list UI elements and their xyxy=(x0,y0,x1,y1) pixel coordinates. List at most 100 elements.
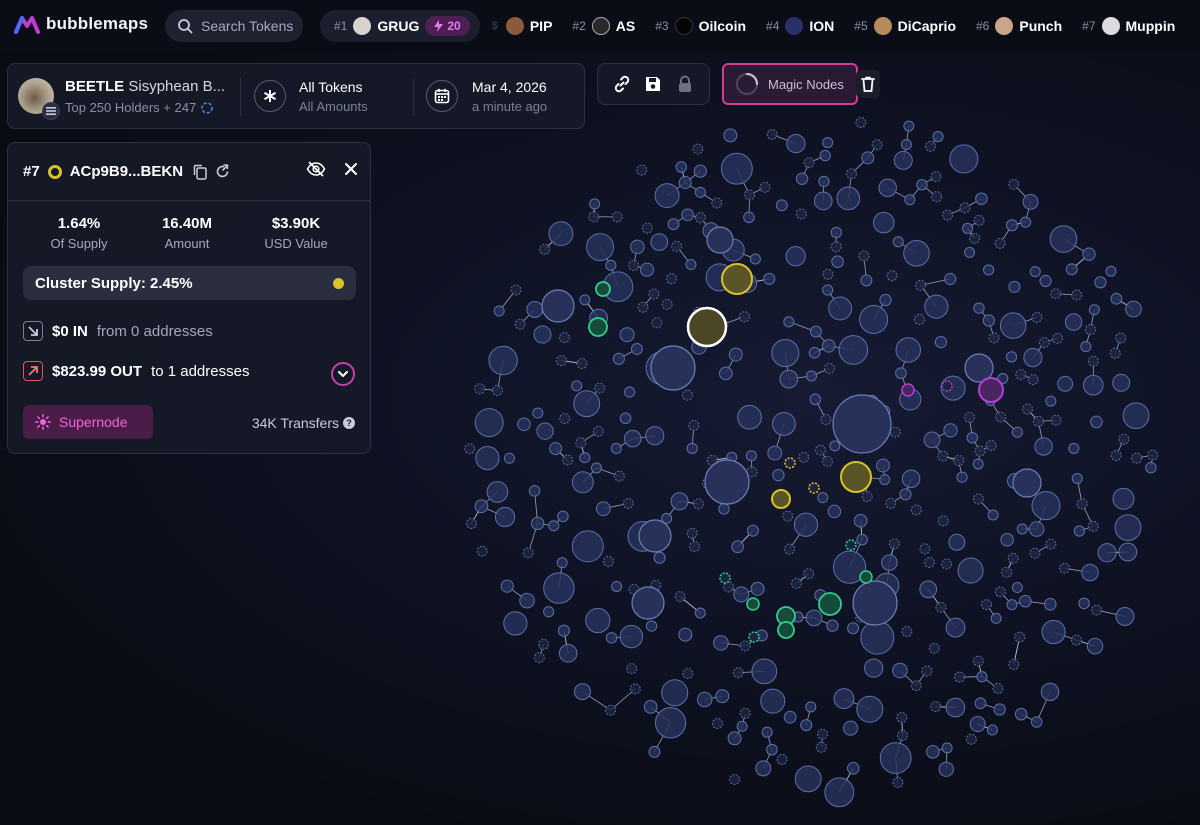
outflow-row[interactable]: $823.99 OUT to 1 addresses xyxy=(23,361,249,381)
token-name[interactable]: BEETLE Sisyphean B... xyxy=(65,78,235,95)
holder-bubble[interactable] xyxy=(795,172,809,185)
holder-bubble[interactable] xyxy=(853,513,868,528)
holder-bubble[interactable] xyxy=(1057,375,1074,392)
holder-bubble[interactable] xyxy=(645,426,665,446)
holder-bubble[interactable] xyxy=(885,497,897,509)
holder-bubble[interactable] xyxy=(630,239,645,255)
holder-bubble[interactable] xyxy=(1011,582,1023,594)
holder-bubble[interactable] xyxy=(886,270,898,282)
holder-bubble[interactable] xyxy=(1112,487,1135,510)
holder-bubble[interactable] xyxy=(995,411,1007,423)
holder-bubble[interactable] xyxy=(1030,716,1043,728)
holder-bubble[interactable] xyxy=(630,343,643,355)
holder-bubble[interactable] xyxy=(843,720,859,736)
holder-bubble[interactable] xyxy=(818,175,830,188)
holder-bubble[interactable] xyxy=(728,347,743,362)
holder-bubble[interactable] xyxy=(532,407,544,419)
holder-bubble[interactable] xyxy=(820,413,832,425)
holder-bubble[interactable] xyxy=(919,543,931,555)
holder-bubble[interactable] xyxy=(749,253,761,265)
holder-bubble[interactable] xyxy=(840,461,872,493)
holder-bubble[interactable] xyxy=(1084,324,1096,336)
holder-bubble[interactable] xyxy=(895,337,922,363)
holder-bubble[interactable] xyxy=(579,452,591,464)
expand-outflow-button[interactable] xyxy=(331,362,355,386)
holder-bubble[interactable] xyxy=(783,316,795,328)
holder-bubble[interactable] xyxy=(744,189,756,201)
holder-bubble[interactable] xyxy=(1006,599,1018,611)
holder-bubble[interactable] xyxy=(1041,619,1066,645)
holder-bubble[interactable] xyxy=(987,509,999,521)
holder-bubble[interactable] xyxy=(1008,280,1021,293)
holder-bubble[interactable] xyxy=(538,638,550,650)
holder-bubble[interactable] xyxy=(892,236,904,248)
holder-bubble[interactable] xyxy=(1040,682,1060,702)
holder-bubble[interactable] xyxy=(592,425,604,437)
holder-bubble[interactable] xyxy=(719,572,731,584)
holder-bubble[interactable] xyxy=(729,773,741,785)
holder-bubble[interactable] xyxy=(903,120,915,132)
holder-bubble[interactable] xyxy=(464,443,476,455)
holder-bubble[interactable] xyxy=(739,707,751,719)
holder-bubble[interactable] xyxy=(973,302,985,314)
holder-bubble[interactable] xyxy=(465,517,477,529)
holder-bubble[interactable] xyxy=(611,580,623,592)
holder-bubble[interactable] xyxy=(959,202,971,214)
holder-bubble[interactable] xyxy=(941,209,953,221)
holder-bubble[interactable] xyxy=(910,680,922,692)
holder-bubble[interactable] xyxy=(879,293,892,307)
holder-bubble[interactable] xyxy=(612,352,625,365)
holder-bubble[interactable] xyxy=(557,624,570,637)
holder-bubble[interactable] xyxy=(809,325,822,338)
holder-bubble[interactable] xyxy=(746,597,760,611)
holder-bubble[interactable] xyxy=(1131,452,1143,464)
holder-bubble[interactable] xyxy=(957,557,984,584)
holder-bubble[interactable] xyxy=(556,557,568,569)
holder-bubble[interactable] xyxy=(1021,403,1033,415)
holder-bubble[interactable] xyxy=(1012,468,1042,498)
holder-bubble[interactable] xyxy=(1014,707,1028,721)
holder-bubble[interactable] xyxy=(682,667,694,679)
holder-bubble[interactable] xyxy=(871,139,883,151)
holder-bubble[interactable] xyxy=(694,186,706,198)
holder-bubble[interactable] xyxy=(824,362,836,374)
holder-bubble[interactable] xyxy=(1122,402,1150,430)
holder-bubble[interactable] xyxy=(852,580,898,626)
token-filter-button[interactable] xyxy=(254,80,286,112)
holder-bubble[interactable] xyxy=(1118,433,1130,445)
holder-bubble[interactable] xyxy=(817,492,829,504)
holder-bubble[interactable] xyxy=(732,667,744,679)
trending-item-muppin[interactable]: #7 Muppin xyxy=(1082,17,1175,35)
holder-bubble[interactable] xyxy=(503,452,515,464)
holder-bubble[interactable] xyxy=(956,471,968,483)
holder-bubble[interactable] xyxy=(1145,461,1157,474)
holder-bubble[interactable] xyxy=(944,272,957,286)
holder-bubble[interactable] xyxy=(983,264,995,276)
holder-bubble[interactable] xyxy=(500,579,514,593)
holder-bubble[interactable] xyxy=(900,138,912,151)
holder-bubble[interactable] xyxy=(846,168,858,180)
holder-bubble[interactable] xyxy=(522,547,534,559)
holder-bubble[interactable] xyxy=(619,327,635,343)
holder-bubble[interactable] xyxy=(1110,450,1122,462)
holder-bubble[interactable] xyxy=(901,383,915,397)
holder-bubble[interactable] xyxy=(666,273,678,285)
holder-bubble[interactable] xyxy=(1071,634,1083,646)
holder-bubble[interactable] xyxy=(861,151,875,165)
holder-bubble[interactable] xyxy=(829,440,841,452)
holder-bubble[interactable] xyxy=(994,586,1006,598)
holder-bubble[interactable] xyxy=(824,777,855,808)
holder-bubble[interactable] xyxy=(1087,520,1099,532)
holder-bubble[interactable] xyxy=(573,390,601,418)
copy-icon[interactable] xyxy=(193,164,207,180)
date-picker-button[interactable] xyxy=(426,80,458,112)
holder-bubble[interactable] xyxy=(859,304,889,335)
holder-bubble[interactable] xyxy=(1022,193,1039,210)
holder-bubble[interactable] xyxy=(1105,265,1117,277)
holder-bubble[interactable] xyxy=(1125,300,1142,318)
holder-bubble[interactable] xyxy=(771,411,796,436)
holder-bubble[interactable] xyxy=(895,367,907,380)
holder-bubble[interactable] xyxy=(888,538,900,550)
holder-bubble[interactable] xyxy=(737,404,762,430)
holder-bubble[interactable] xyxy=(750,581,765,596)
